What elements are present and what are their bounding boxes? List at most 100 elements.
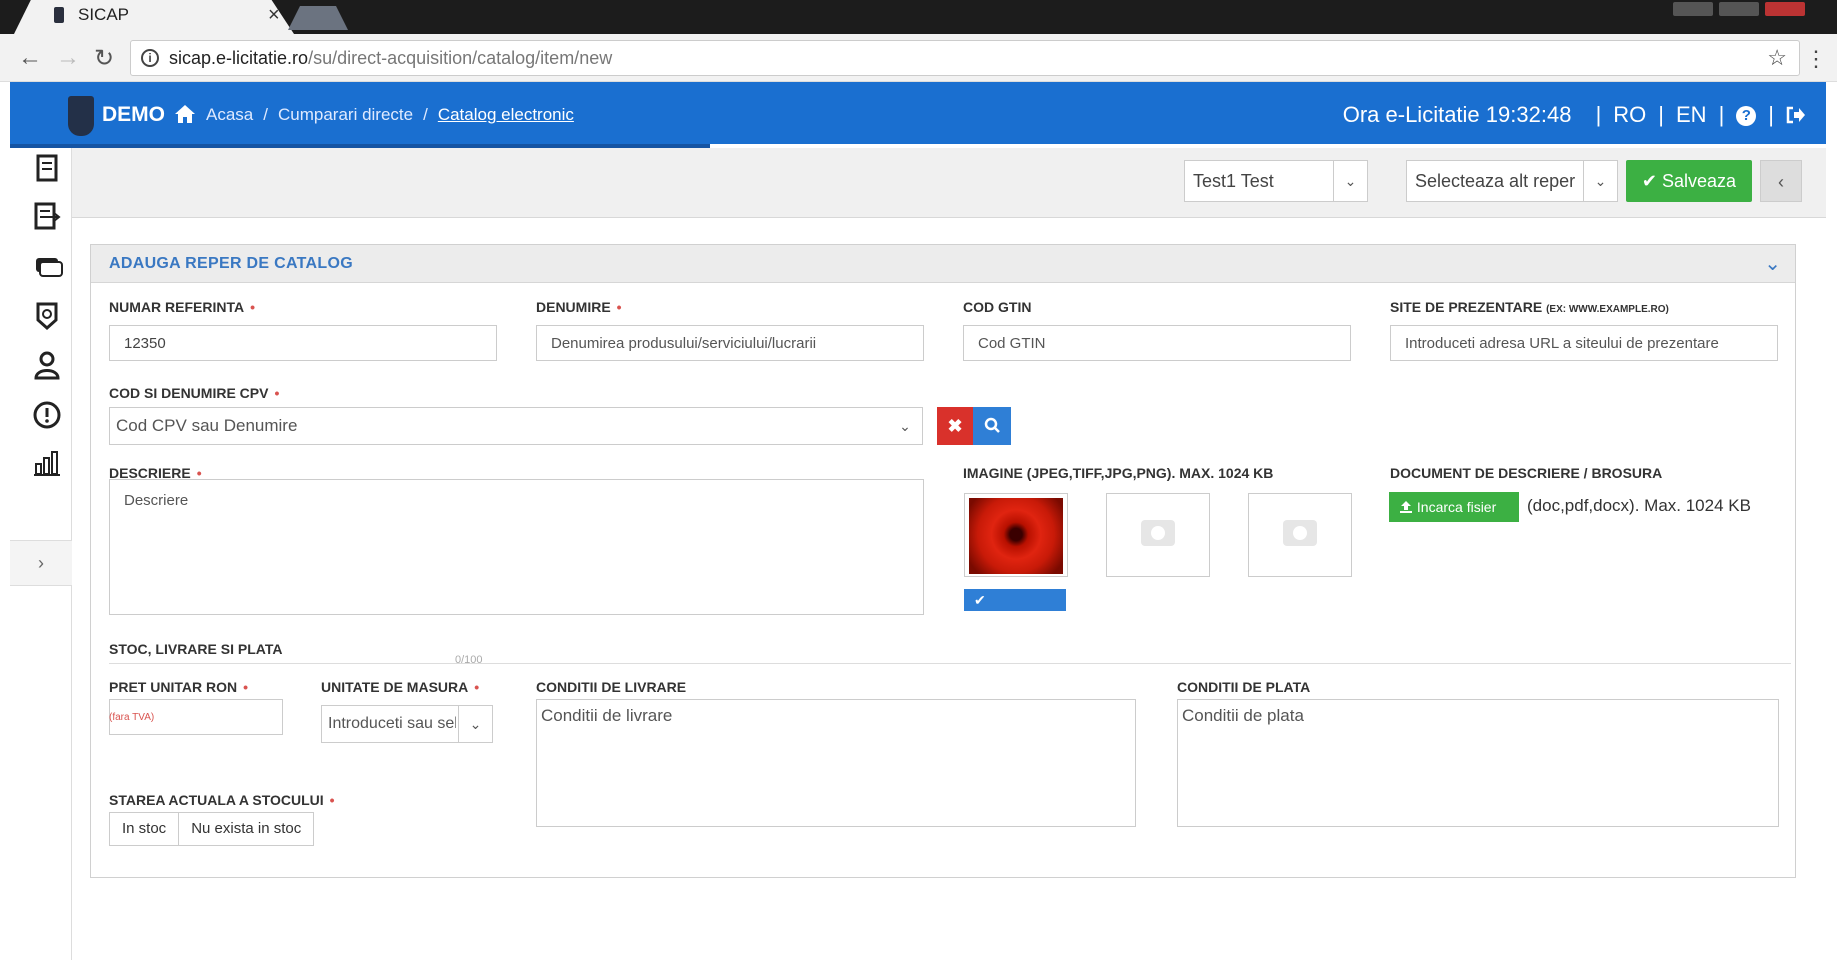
unitate-placeholder: Introduceti sau selectati (328, 715, 456, 732)
clock-label: Ora e-Licitatie (1342, 102, 1480, 127)
upload-note: (doc,pdf,docx). Max. 1024 KB (1527, 496, 1751, 515)
bar-chart-icon[interactable] (30, 446, 64, 480)
info-icon[interactable]: i (141, 49, 159, 67)
required-mark: • (616, 299, 622, 315)
panel-header[interactable]: ADAUGA REPER DE CATALOG ⌄ (91, 245, 1795, 283)
bank-icon[interactable] (30, 298, 64, 332)
url-path: /su/direct-acquisition/catalog/item/new (308, 48, 613, 68)
user-select[interactable]: Test1 Test ⌄ (1184, 160, 1368, 202)
document-label: DOCUMENT DE DESCRIERE / BROSURA (1390, 465, 1663, 481)
upload-file-button[interactable]: Incarca fisier (1389, 492, 1519, 522)
logout-icon[interactable] (1786, 106, 1806, 124)
browser-tabstrip: SICAP × (0, 0, 1837, 34)
cpv-label: COD SI DENUMIRE CPV • (109, 385, 279, 401)
header-divider: | (1658, 102, 1664, 127)
descriere-textarea[interactable]: Descriere (109, 479, 924, 615)
conditii-plata-label: CONDITII DE PLATA (1177, 679, 1311, 695)
app-header: DEMO Acasa / Cumparari directe / Catalog ele… (10, 82, 1826, 144)
image-selected-check[interactable]: ✔ (964, 589, 1066, 611)
back-icon[interactable]: ← (18, 44, 42, 72)
tab-title: SICAP (78, 5, 130, 24)
denumire-input[interactable]: Denumirea produsului/serviciului/lucrari… (536, 325, 924, 361)
save-button[interactable]: ✔ Salveaza (1626, 160, 1752, 202)
help-icon[interactable]: ? (1736, 106, 1757, 126)
chevron-down-icon: ⌄ (458, 706, 492, 742)
maximize-button[interactable] (1719, 2, 1759, 16)
pret-label-text: PRET UNITAR RON (109, 679, 238, 695)
sidebar-rail (0, 82, 72, 960)
favicon-icon (54, 7, 64, 23)
flower-image (969, 498, 1063, 574)
section-stoc-title: STOC, LIVRARE SI PLATA (109, 641, 283, 657)
stoc-label-text: STAREA ACTUALA A STOCULUI (109, 792, 324, 808)
minimize-button[interactable] (1673, 2, 1713, 16)
required-mark: • (274, 385, 280, 401)
tab-close-icon[interactable]: × (268, 4, 280, 27)
image-thumbnail-selected[interactable] (964, 493, 1068, 577)
camera-icon (1141, 520, 1175, 546)
browser-tab[interactable]: SICAP × (14, 0, 294, 34)
pret-label: PRET UNITAR RON • (109, 679, 248, 695)
imagine-label: IMAGINE (JPEG,TIFF,JPG,PNG). MAX. 1024 K… (963, 465, 1274, 481)
star-icon[interactable]: ☆ (1767, 45, 1787, 71)
alert-icon[interactable] (30, 398, 64, 432)
chevron-down-icon: ⌄ (899, 418, 911, 434)
breadcrumb: Acasa / Cumparari directe / Catalog electron… (206, 105, 574, 125)
header-right: Ora e-Licitatie 19:32:48 | RO | EN |? | (1343, 102, 1806, 128)
camera-icon (1283, 520, 1317, 546)
denumire-label-text: DENUMIRE (536, 299, 611, 315)
site-url-input[interactable]: Introduceti adresa URL a siteului de pre… (1390, 325, 1778, 361)
numar-referinta-label-text: NUMAR REFERINTA (109, 299, 245, 315)
document-icon[interactable] (30, 152, 64, 186)
window-controls (1667, 2, 1827, 20)
site-label-text: SITE DE PREZENTARE (1390, 299, 1543, 315)
breadcrumb-home[interactable]: Acasa (206, 105, 253, 124)
user-icon[interactable] (30, 348, 64, 382)
cpv-select[interactable]: Cod CPV sau Denumire ⌄ (109, 407, 923, 445)
url-field[interactable]: i sicap.e-licitatie.ro/su/direct-acquisi… (130, 40, 1800, 76)
home-icon[interactable] (174, 104, 196, 124)
new-tab-button[interactable] (288, 6, 348, 30)
reper-select[interactable]: Selecteaza alt reper ⌄ (1406, 160, 1618, 202)
unitate-counter: 0/100 (455, 654, 483, 666)
cpv-clear-button[interactable]: ✖ (937, 407, 973, 445)
window-close-button[interactable] (1765, 2, 1805, 16)
cod-gtin-label: COD GTIN (963, 299, 1032, 315)
lang-en-link[interactable]: EN (1676, 102, 1707, 127)
messages-icon[interactable] (30, 250, 64, 284)
lang-ro-link[interactable]: RO (1613, 102, 1646, 127)
denumire-label: DENUMIRE • (536, 299, 622, 315)
panel-title: ADAUGA REPER DE CATALOG (109, 255, 353, 272)
required-mark: • (474, 679, 480, 695)
reload-icon[interactable]: ↻ (94, 44, 114, 73)
conditii-livrare-textarea[interactable]: Conditii de livrare (536, 699, 1136, 827)
list-export-icon[interactable] (30, 200, 64, 234)
chevron-down-icon: ⌄ (1333, 161, 1367, 201)
breadcrumb-direct-purchases[interactable]: Cumparari directe (278, 105, 413, 124)
stock-toggle-group: In stoc Nu exista in stoc (109, 812, 315, 846)
image-slot-2[interactable] (1106, 493, 1210, 577)
brand-label: DEMO (102, 103, 165, 126)
unitate-select[interactable]: Introduceti sau selectati ⌄ (321, 705, 493, 743)
header-divider: | (1768, 102, 1774, 127)
chevron-down-icon[interactable]: ⌄ (1764, 251, 1781, 276)
conditii-plata-textarea[interactable]: Conditii de plata (1177, 699, 1779, 827)
sidebar-expand-button[interactable]: › (10, 540, 72, 586)
cod-gtin-input[interactable]: Cod GTIN (963, 325, 1351, 361)
forward-icon[interactable]: → (56, 44, 80, 72)
cpv-search-button[interactable] (973, 407, 1011, 445)
stock-in-button[interactable]: In stoc (109, 812, 180, 846)
collapse-button[interactable]: ‹ (1760, 160, 1802, 202)
browser-menu-icon[interactable]: ⋮ (1805, 46, 1827, 72)
upload-icon (1400, 501, 1412, 513)
breadcrumb-catalog[interactable]: Catalog electronic (438, 105, 574, 124)
numar-referinta-label: NUMAR REFERINTA • (109, 299, 255, 315)
image-slot-3[interactable] (1248, 493, 1352, 577)
numar-referinta-input[interactable]: 12350 (109, 325, 497, 361)
stock-out-button[interactable]: Nu exista in stoc (179, 812, 315, 846)
url-host: sicap.e-licitatie.ro (169, 48, 309, 68)
required-mark: • (250, 299, 255, 315)
required-mark: • (329, 792, 335, 808)
unitate-label-text: UNITATE DE MASURA (321, 679, 469, 695)
chevron-down-icon: ⌄ (1583, 161, 1617, 201)
